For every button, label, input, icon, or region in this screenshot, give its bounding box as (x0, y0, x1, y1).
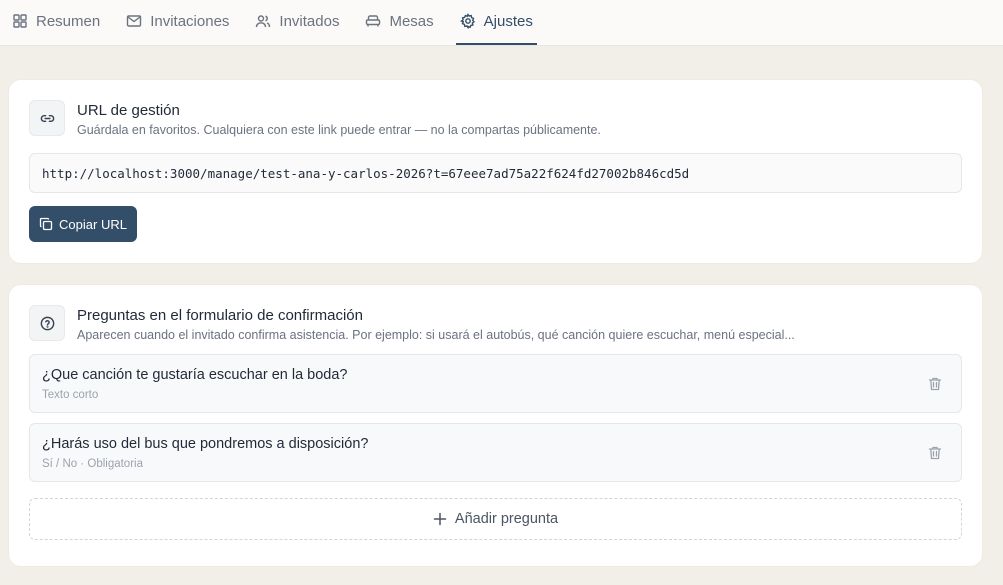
question-title: ¿Harás uso del bus que pondremos a dispo… (42, 436, 369, 452)
tab-invitados[interactable]: Invitados (255, 0, 343, 45)
gear-icon (459, 13, 475, 29)
url-card: URL de gestión Guárdala en favoritos. Cu… (9, 80, 982, 263)
section-subtitle: Aparecen cuando el invitado confirma asi… (77, 328, 795, 342)
manage-url-field[interactable]: http://localhost:3000/manage/test-ana-y-… (29, 153, 962, 193)
tab-mesas[interactable]: Mesas (365, 0, 437, 45)
users-icon (256, 15, 271, 28)
tab-invitaciones[interactable]: Invitaciones (126, 0, 233, 45)
help-circle-icon (29, 305, 65, 341)
question-type: Sí / No · Obligatoria (42, 458, 143, 470)
copy-icon (39, 217, 53, 231)
tab-ajustes[interactable]: Ajustes (455, 0, 537, 45)
question-title: ¿Que canción te gustaría escuchar en la … (42, 367, 348, 383)
sofa-icon (366, 15, 381, 27)
tab-bar: Resumen Invitaciones Invitados Mesas Aju… (0, 0, 1003, 46)
section-subtitle: Guárdala en favoritos. Cualquiera con es… (77, 123, 601, 137)
tab-label: Invitados (279, 12, 340, 30)
tab-resumen[interactable]: Resumen (12, 0, 104, 45)
add-question-button[interactable]: Añadir pregunta (29, 498, 962, 540)
section-title: URL de gestión (77, 102, 180, 119)
tab-label: Mesas (389, 12, 434, 30)
question-item[interactable]: ¿Harás uso del bus que pondremos a dispo… (29, 423, 962, 482)
grid-icon (13, 14, 27, 28)
trash-icon[interactable] (927, 376, 943, 392)
questions-card: Preguntas en el formulario de confirmaci… (9, 285, 982, 566)
add-question-label: Añadir pregunta (454, 511, 559, 527)
question-item[interactable]: ¿Que canción te gustaría escuchar en la … (29, 354, 962, 413)
mail-icon (127, 15, 142, 27)
plus-icon (433, 512, 447, 526)
tab-label: Invitaciones (150, 12, 230, 30)
copy-url-label: Copiar URL (59, 216, 127, 232)
tab-label: Ajustes (483, 12, 533, 30)
link-icon (29, 100, 65, 136)
trash-icon[interactable] (927, 445, 943, 461)
copy-url-button[interactable]: Copiar URL (29, 206, 137, 242)
question-type: Texto corto (42, 389, 99, 401)
section-title: Preguntas en el formulario de confirmaci… (77, 307, 363, 324)
tab-label: Resumen (36, 12, 101, 30)
